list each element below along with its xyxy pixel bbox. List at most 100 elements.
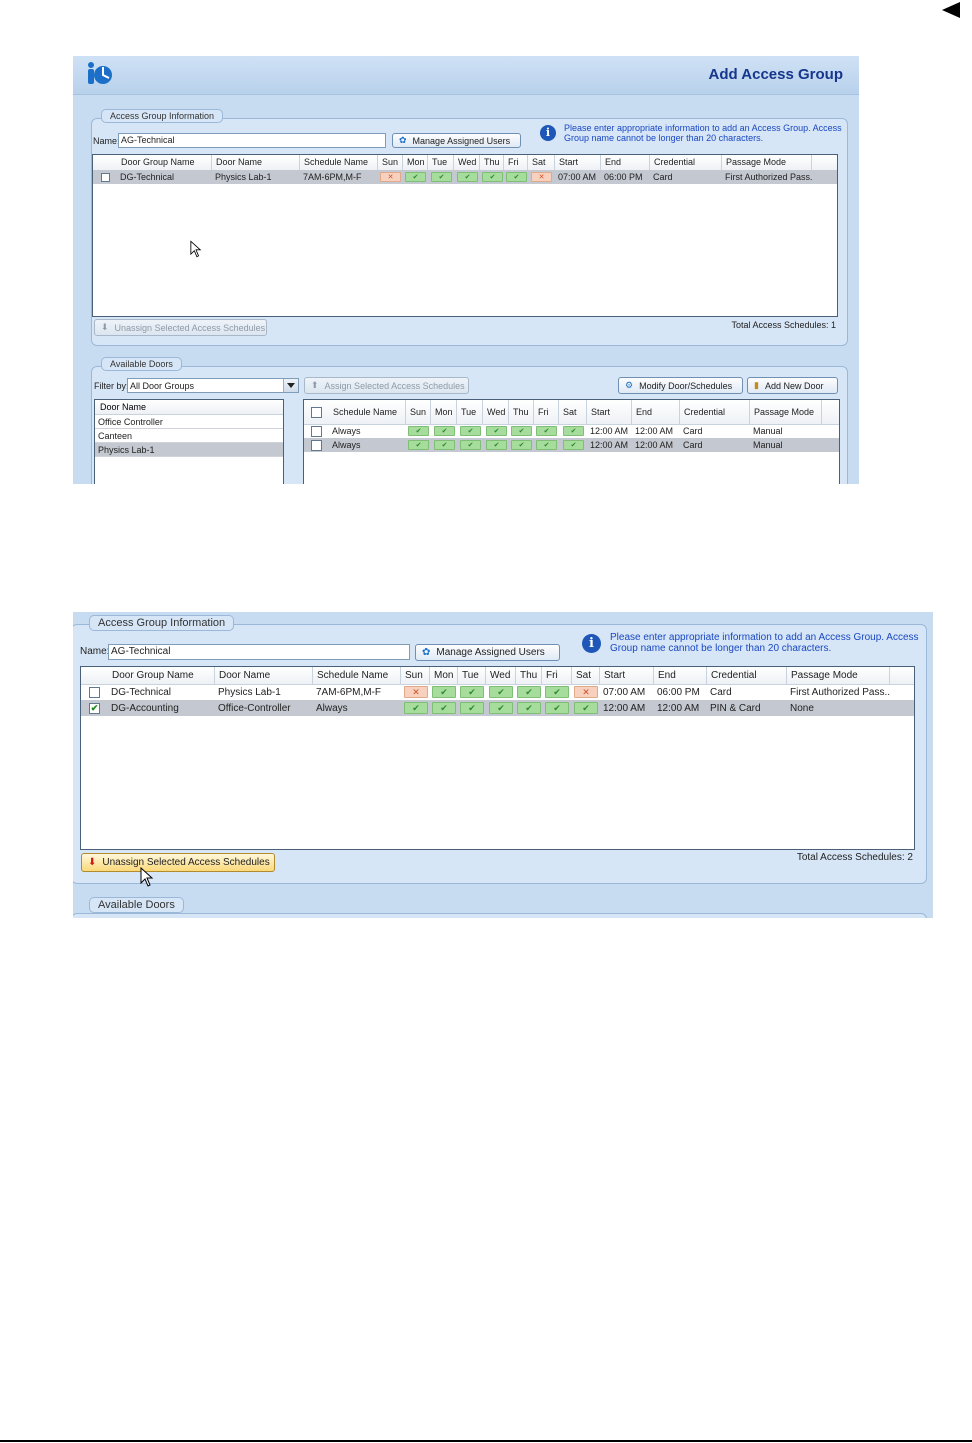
available-grid-col-passage-mode[interactable]: Passage Mode xyxy=(750,400,822,424)
available-doors-group-2 xyxy=(73,913,927,918)
assigned-grid-cell-passage-mode: First Authorized Pass... xyxy=(725,172,812,182)
assigned-grid-row-checkbox[interactable] xyxy=(101,173,110,182)
assigned-grid-2-col-door-name[interactable]: Door Name xyxy=(215,667,313,684)
available-grid-row[interactable]: Always ✔ ✔ ✔ ✔ ✔ ✔ ✔ 12:00 AM 12:00 AM Card Manual xyxy=(304,438,839,452)
day-allowed-icon: ✔ xyxy=(486,426,507,436)
assigned-grid-col-start[interactable]: Start xyxy=(555,155,601,170)
assigned-grid-2-col-fri[interactable]: Fri xyxy=(542,667,572,684)
assigned-grid-row[interactable]: DG-Technical Physics Lab-1 7AM-6PM,M-F ✕ ✔ ✔ ✔… xyxy=(93,170,837,184)
chevron-down-icon[interactable] xyxy=(283,379,298,392)
day-allowed-icon: ✔ xyxy=(517,686,541,698)
user-icon: ✿ xyxy=(399,135,407,145)
assigned-grid-col-sun[interactable]: Sun xyxy=(378,155,403,170)
day-denied-icon: ✕ xyxy=(531,172,552,182)
day-allowed-icon: ✔ xyxy=(405,172,426,182)
available-grid-col-sat[interactable]: Sat xyxy=(559,400,587,424)
door-list-header: Door Name xyxy=(95,400,283,415)
available-grid-col-wed[interactable]: Wed xyxy=(483,400,509,424)
door-list-item[interactable]: Office Controller xyxy=(95,415,283,429)
available-schedules-grid: Schedule Name Sun Mon Tue Wed Thu Fri Sat Start E… xyxy=(303,399,840,484)
day-allowed-icon: ✔ xyxy=(489,686,513,698)
assigned-grid-2-cell-passage-mode: First Authorized Pass... xyxy=(790,686,890,698)
assigned-grid-col-credential[interactable]: Credential xyxy=(650,155,722,170)
available-grid-col-tue[interactable]: Tue xyxy=(457,400,483,424)
manage-assigned-users-button-2[interactable]: ✿ Manage Assigned Users xyxy=(415,644,560,661)
day-allowed-icon: ✔ xyxy=(432,702,456,714)
assigned-grid-2-col-tue[interactable]: Tue xyxy=(458,667,486,684)
available-grid-cell-end: 12:00 AM xyxy=(635,440,674,450)
filter-dropdown[interactable]: All Door Groups xyxy=(127,378,299,393)
assigned-grid-col-passage-mode[interactable]: Passage Mode xyxy=(722,155,812,170)
available-grid-row[interactable]: Always ✔ ✔ ✔ ✔ ✔ ✔ ✔ 12:00 AM 12:00 AM Card Manual xyxy=(304,424,839,438)
assigned-grid-col-end[interactable]: End xyxy=(601,155,650,170)
available-grid-cell-passage-mode: Manual xyxy=(753,440,783,450)
add-new-door-button[interactable]: ▮ Add New Door xyxy=(747,377,838,394)
door-list-item[interactable]: Physics Lab-1 xyxy=(95,443,283,457)
assigned-grid-col-wed[interactable]: Wed xyxy=(454,155,480,170)
available-grid-select-all-checkbox[interactable] xyxy=(311,407,322,418)
assigned-grid-col-sat[interactable]: Sat xyxy=(528,155,555,170)
assigned-grid-2-cell-end: 12:00 AM xyxy=(657,702,700,714)
modify-label: Modify Door/Schedules xyxy=(639,380,733,391)
day-allowed-icon: ✔ xyxy=(460,702,484,714)
assigned-grid-2-col-thu[interactable]: Thu xyxy=(516,667,542,684)
assigned-grid-2-col-mon[interactable]: Mon xyxy=(430,667,458,684)
assigned-grid-col-thu[interactable]: Thu xyxy=(480,155,504,170)
available-grid-col-schedule-name[interactable]: Schedule Name xyxy=(329,400,406,424)
assigned-grid-col-door-group-name[interactable]: Door Group Name xyxy=(117,155,212,170)
assigned-grid-2-col-wed[interactable]: Wed xyxy=(486,667,516,684)
day-allowed-icon: ✔ xyxy=(408,426,429,436)
assigned-grid-col-fri[interactable]: Fri xyxy=(504,155,528,170)
assigned-grid-2-col-schedule-name[interactable]: Schedule Name xyxy=(313,667,401,684)
assigned-grid-col-tue[interactable]: Tue xyxy=(428,155,454,170)
assigned-grid-col-mon[interactable]: Mon xyxy=(403,155,428,170)
arrow-down-icon: ⬇ xyxy=(101,322,109,332)
available-grid-col-start[interactable]: Start xyxy=(587,400,632,424)
total-access-schedules-2: Total Access Schedules: 2 xyxy=(796,852,913,863)
assigned-grid-2-row-checkbox[interactable] xyxy=(89,687,100,698)
assigned-grid-2-row[interactable]: ✔ DG-Accounting Office-Controller Always ✔ ✔ ✔… xyxy=(81,700,914,716)
available-grid-col-end[interactable]: End xyxy=(632,400,680,424)
assigned-grid-2-row-checkbox[interactable]: ✔ xyxy=(89,703,100,714)
assigned-grid-2-col-door-group-name[interactable]: Door Group Name xyxy=(108,667,215,684)
assigned-grid-2-col-start[interactable]: Start xyxy=(600,667,654,684)
unassign-label-2: Unassign Selected Access Schedules xyxy=(102,857,270,868)
assigned-grid-cell-schedule: 7AM-6PM,M-F xyxy=(303,172,362,182)
name-input[interactable]: AG-Technical xyxy=(118,133,386,148)
manage-assigned-users-button[interactable]: ✿ Manage Assigned Users xyxy=(392,133,521,148)
available-grid-cell-passage-mode: Manual xyxy=(753,426,783,436)
available-grid-cell-schedule: Always xyxy=(332,440,361,450)
day-allowed-icon: ✔ xyxy=(460,686,484,698)
user-icon: ✿ xyxy=(422,647,431,658)
window-title: Add Access Group xyxy=(708,66,843,83)
available-grid-col-mon[interactable]: Mon xyxy=(431,400,457,424)
available-grid-col-thu[interactable]: Thu xyxy=(509,400,534,424)
assigned-grid-col-door-name[interactable]: Door Name xyxy=(212,155,300,170)
assigned-grid-2-col-sat[interactable]: Sat xyxy=(572,667,600,684)
available-grid-row-checkbox[interactable] xyxy=(311,426,322,437)
day-allowed-icon: ✔ xyxy=(506,172,527,182)
access-group-window-zoom: Access Group Information Name: AG-Techni… xyxy=(73,612,933,918)
day-allowed-icon: ✔ xyxy=(486,440,507,450)
unassign-selected-button-2[interactable]: ⬇ Unassign Selected Access Schedules xyxy=(81,853,275,872)
assigned-grid-2-row[interactable]: DG-Technical Physics Lab-1 7AM-6PM,M-F ✕ ✔ ✔ ✔… xyxy=(81,684,914,700)
available-grid-col-sun[interactable]: Sun xyxy=(406,400,431,424)
available-grid-col-fri[interactable]: Fri xyxy=(534,400,559,424)
name-input-2[interactable]: AG-Technical xyxy=(108,644,410,660)
available-grid-row-checkbox[interactable] xyxy=(311,440,322,451)
assigned-grid-2-col-end[interactable]: End xyxy=(654,667,707,684)
assigned-grid-col-schedule-name[interactable]: Schedule Name xyxy=(300,155,378,170)
modify-door-schedules-button[interactable]: ⚙ Modify Door/Schedules xyxy=(618,377,743,394)
unassign-selected-button[interactable]: ⬇ Unassign Selected Access Schedules xyxy=(94,319,267,336)
assign-selected-button[interactable]: ⬆ Assign Selected Access Schedules xyxy=(304,377,469,394)
door-icon: ▮ xyxy=(754,380,759,390)
back-arrow-icon[interactable] xyxy=(942,2,960,18)
day-allowed-icon: ✔ xyxy=(563,440,584,450)
assigned-grid-2-cell-door: Office-Controller xyxy=(218,702,291,714)
assigned-grid-2-col-credential[interactable]: Credential xyxy=(707,667,787,684)
available-grid-col-credential[interactable]: Credential xyxy=(680,400,750,424)
day-allowed-icon: ✔ xyxy=(434,426,455,436)
assigned-grid-2-col-sun[interactable]: Sun xyxy=(401,667,430,684)
door-list-item[interactable]: Canteen xyxy=(95,429,283,443)
assigned-grid-2-col-passage-mode[interactable]: Passage Mode xyxy=(787,667,890,684)
